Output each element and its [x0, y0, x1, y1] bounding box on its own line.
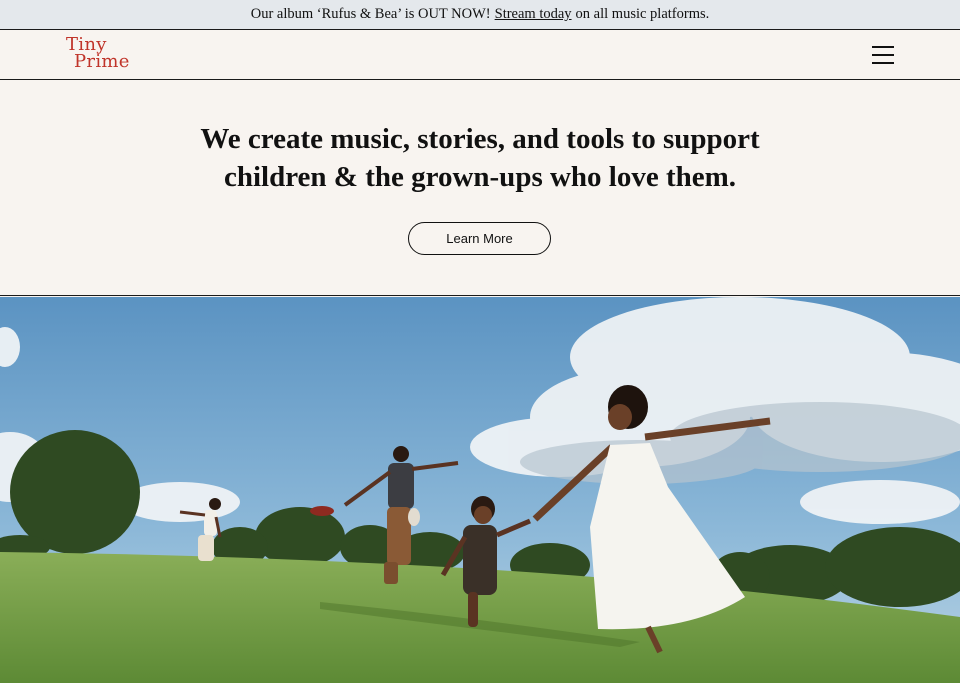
hero-line-2: children & the grown-ups who love them.: [223, 161, 737, 193]
stream-today-link[interactable]: Stream today: [495, 6, 572, 23]
hero-headline: We create music, stories, and tools to s…: [160, 120, 800, 196]
site-header: Tiny Prime: [0, 30, 960, 80]
hero-photo: [0, 297, 960, 683]
hero-text-2: ,: [402, 123, 418, 155]
hero-text-3: ,: [497, 123, 513, 155]
tiny-prime-logo[interactable]: Tiny Prime: [66, 36, 136, 74]
hero-bold-tools: and tools: [512, 123, 625, 155]
menu-bar-top: [872, 46, 894, 48]
hero-text-1: We create: [200, 123, 331, 155]
logo-line-2: Prime: [74, 51, 130, 72]
learn-more-button[interactable]: Learn More: [408, 222, 551, 255]
menu-bar-middle: [872, 54, 894, 56]
announcement-text-end: on all music platforms.: [575, 6, 710, 22]
hero-bold-stories: stories: [417, 123, 498, 155]
announcement-bar: Our album ‘Rufus & Bea’ is OUT NOW! Stre…: [0, 0, 960, 30]
announcement-text: Our album ‘Rufus & Bea’ is OUT NOW!: [250, 6, 491, 22]
hero-text-4: to support: [624, 123, 760, 155]
hero-bold-music: music: [330, 123, 403, 155]
hero-section: We create music, stories, and tools to s…: [0, 80, 960, 296]
menu-bar-bottom: [872, 62, 894, 64]
hamburger-menu-icon[interactable]: [872, 46, 894, 64]
